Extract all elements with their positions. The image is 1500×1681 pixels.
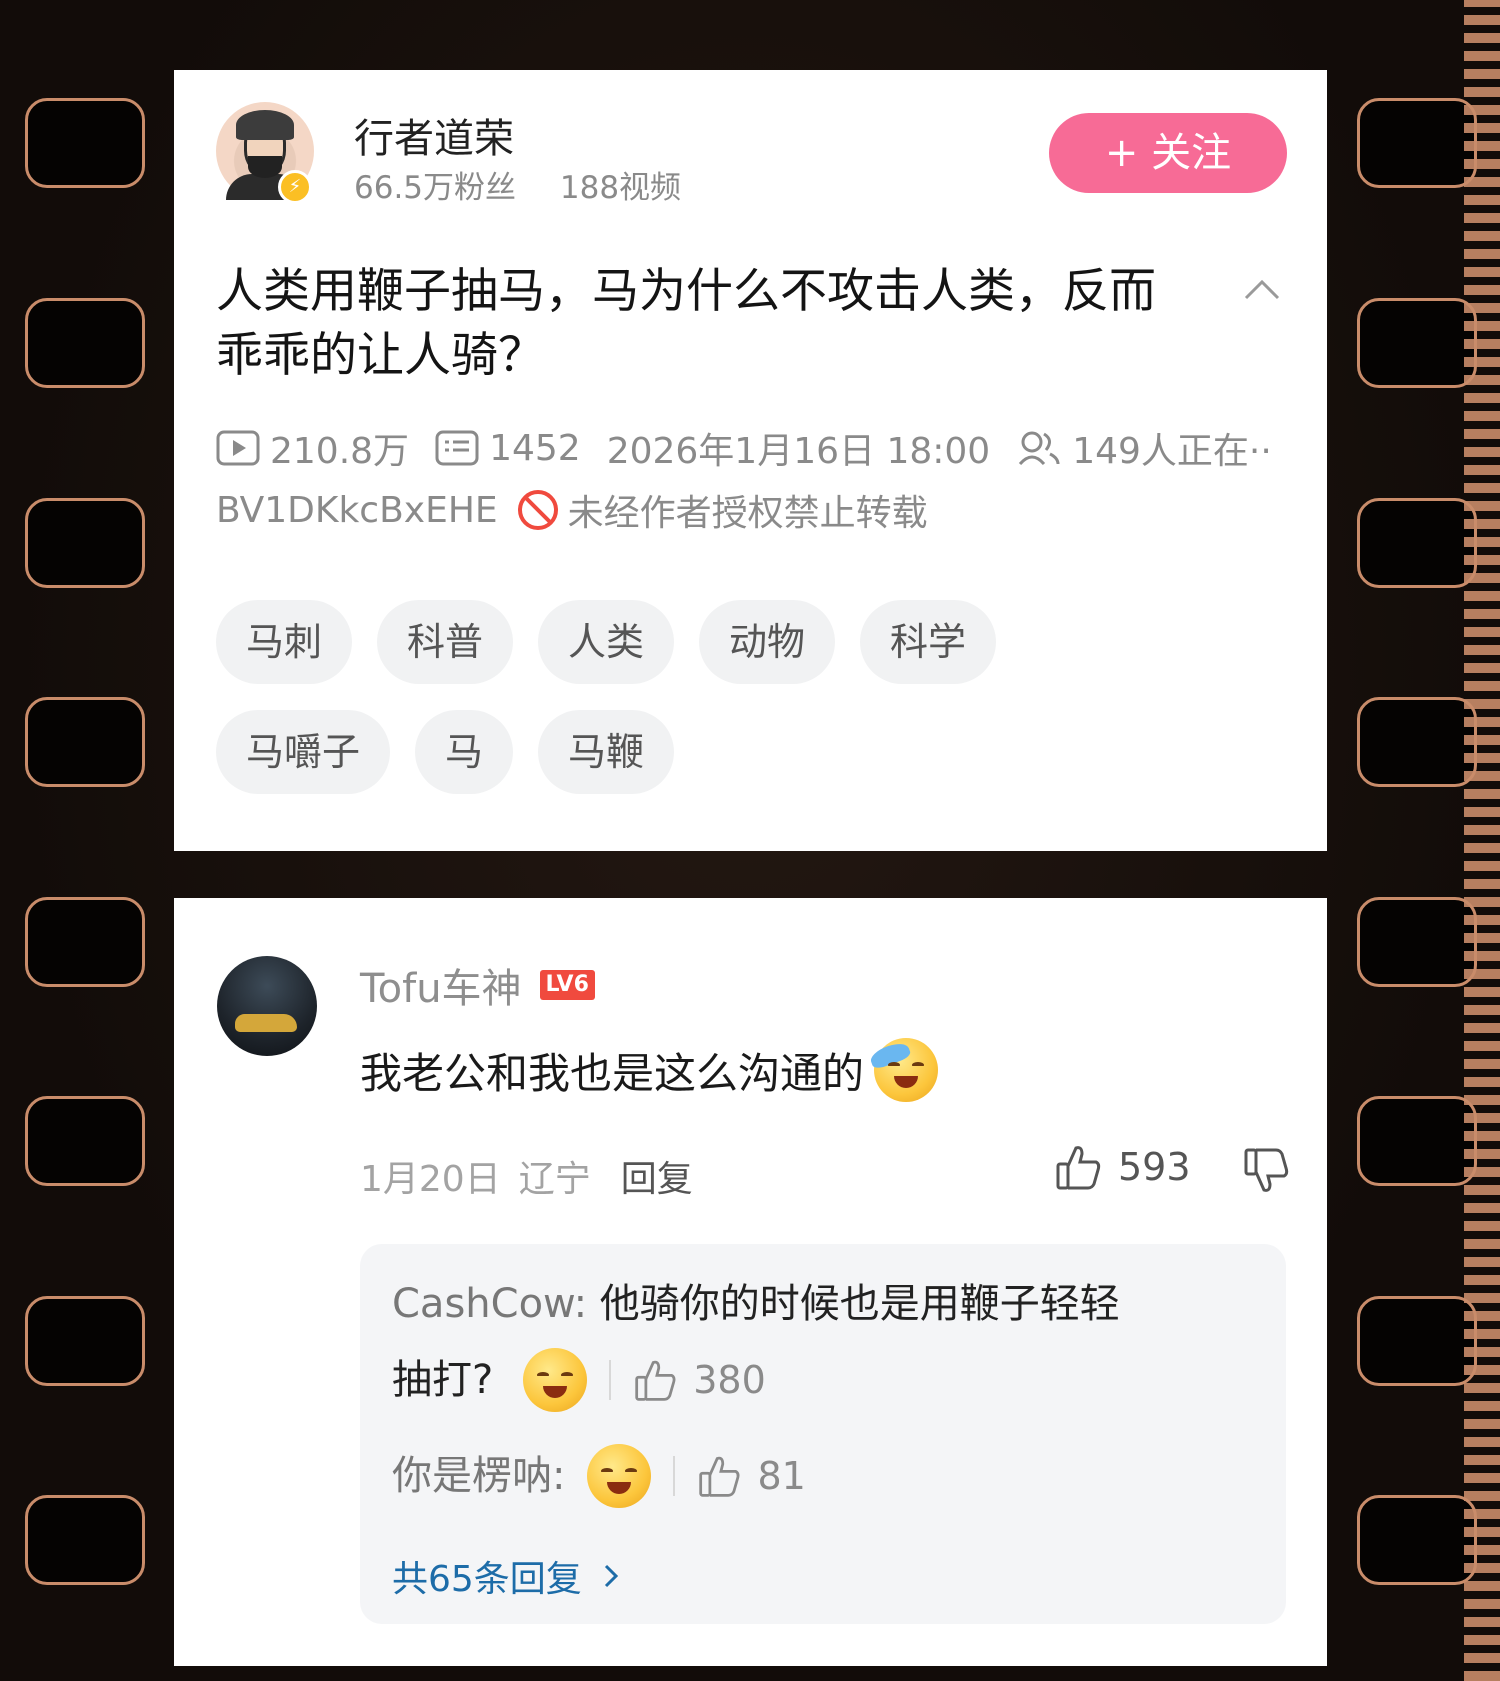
avatar-car: [235, 1014, 297, 1032]
tag-item[interactable]: 科学: [860, 600, 996, 684]
film-hole: [25, 697, 145, 787]
sub-reply-text: 他骑你的时候也是用鞭子轻轻: [599, 1281, 1120, 1327]
more-replies-label: 共65条回复: [392, 1559, 582, 1600]
comment-date: 1月20日: [360, 1159, 501, 1200]
video-id-row: BV1DKkcBxEHE 未经作者授权禁止转载: [216, 484, 928, 536]
video-title: 人类用鞭子抽马，马为什么不攻击人类，反而乖乖的让人骑？: [216, 264, 1156, 383]
author-fans: 66.5万粉丝: [354, 170, 517, 206]
film-hole: [25, 498, 145, 588]
thumbs-down-icon[interactable]: [1242, 1146, 1292, 1196]
film-hole: [25, 897, 145, 987]
comment-location: 辽宁: [518, 1159, 591, 1200]
commenter-avatar[interactable]: [217, 956, 317, 1056]
chevron-right-icon: [604, 1564, 618, 1588]
tag-item[interactable]: 马刺: [216, 600, 352, 684]
tag-item[interactable]: 动物: [699, 600, 835, 684]
thumbs-up-icon: [699, 1456, 740, 1497]
film-hole: [25, 1495, 145, 1585]
sub-reply-text-cont: 抽打?: [392, 1357, 494, 1403]
watching-people-icon: [1019, 431, 1060, 466]
level-badge: LV6: [539, 970, 595, 1000]
commenter-name-row: Tofu车神 LV6: [360, 956, 595, 1014]
chevron-up-icon[interactable]: [1242, 270, 1282, 310]
commenter-name[interactable]: Tofu车神: [360, 956, 522, 1014]
author-stats: 66.5万粉丝 188视频: [354, 162, 681, 207]
film-hole: [25, 98, 145, 188]
film-hole: [1357, 1495, 1477, 1585]
bvid: BV1DKkcBxEHE: [216, 489, 498, 531]
publish-date: 2026年1月16日 18:00: [606, 431, 991, 472]
sub-reply-2: 你是楞呐: 81: [392, 1438, 806, 1514]
comment-meta: 1月20日 辽宁 回复: [360, 1150, 693, 1202]
watching-count: 149人正在··: [1072, 431, 1272, 472]
tag-item[interactable]: 科普: [377, 600, 513, 684]
sub-reply-like-count: 81: [757, 1454, 806, 1498]
thumbs-up-icon: [1056, 1146, 1101, 1190]
film-hole: [25, 298, 145, 388]
film-edge-stripe: [1464, 0, 1500, 1681]
danmaku-count: 1452: [489, 427, 581, 469]
play-count-icon: [216, 430, 260, 466]
film-hole: [1357, 1296, 1477, 1386]
film-hole: [25, 1296, 145, 1386]
comment-text-row: 我老公和我也是这么沟通的: [360, 1038, 939, 1102]
thumbs-up-icon: [635, 1360, 676, 1401]
sub-reply-like-button[interactable]: 81: [697, 1438, 806, 1514]
dizzy-smile-emoji-icon: [523, 1348, 588, 1412]
play-count: 210.8万: [270, 431, 410, 472]
video-info-card: ⚡ 行者道荣 66.5万粉丝 188视频 + 关注 人类用鞭子抽马，马为什么不攻…: [174, 70, 1327, 851]
film-hole: [1357, 897, 1477, 987]
tag-item[interactable]: 马: [415, 710, 513, 794]
avatar-helmet: [236, 110, 294, 140]
view-all-replies-link[interactable]: 共65条回复: [392, 1550, 626, 1602]
film-hole: [1357, 298, 1477, 388]
sub-reply-user[interactable]: 你是楞呐:: [392, 1438, 565, 1514]
tag-item[interactable]: 人类: [538, 600, 674, 684]
laughing-crying-emoji-icon: [868, 1038, 939, 1102]
sub-reply-1-cont: 抽打? 380: [392, 1342, 766, 1418]
tag-item[interactable]: 马鞭: [538, 710, 674, 794]
tag-item[interactable]: 马嚼子: [216, 710, 390, 794]
follow-button[interactable]: + 关注: [1049, 113, 1287, 193]
avatar-beard: [248, 156, 282, 178]
author-videos: 188视频: [559, 170, 682, 206]
danmaku-icon: [435, 430, 479, 466]
sub-reply-like-count: 380: [693, 1358, 766, 1402]
film-hole: [1357, 498, 1477, 588]
author-name[interactable]: 行者道荣: [354, 106, 514, 164]
verified-bolt-icon: ⚡: [278, 170, 312, 204]
sub-reply-1: CashCow: 他骑你的时候也是用鞭子轻轻: [392, 1266, 1120, 1342]
film-hole: [1357, 98, 1477, 188]
comment-text: 我老公和我也是这么沟通的: [360, 1048, 865, 1098]
film-hole: [25, 1096, 145, 1186]
sub-reply-like-button[interactable]: 380: [633, 1342, 766, 1418]
film-hole: [1357, 697, 1477, 787]
comment-card: Tofu车神 LV6 我老公和我也是这么沟通的 1月20日 辽宁 回复 593 …: [174, 898, 1327, 1666]
reply-button[interactable]: 回复: [621, 1150, 693, 1202]
grimace-emoji-icon: [587, 1444, 652, 1508]
copyright-notice: 未经作者授权禁止转载: [567, 493, 928, 534]
like-button[interactable]: 593: [1054, 1142, 1191, 1192]
like-count: 593: [1118, 1145, 1191, 1189]
film-hole: [1357, 1096, 1477, 1186]
sub-reply-user[interactable]: CashCow:: [392, 1281, 587, 1327]
sub-replies-box: CashCow: 他骑你的时候也是用鞭子轻轻 抽打? 380 你是楞呐: 81 …: [360, 1244, 1286, 1624]
video-meta-row: 210.8万 1452 2026年1月16日 18:00 149人正在··: [216, 422, 1272, 474]
no-repost-icon: [517, 490, 558, 530]
